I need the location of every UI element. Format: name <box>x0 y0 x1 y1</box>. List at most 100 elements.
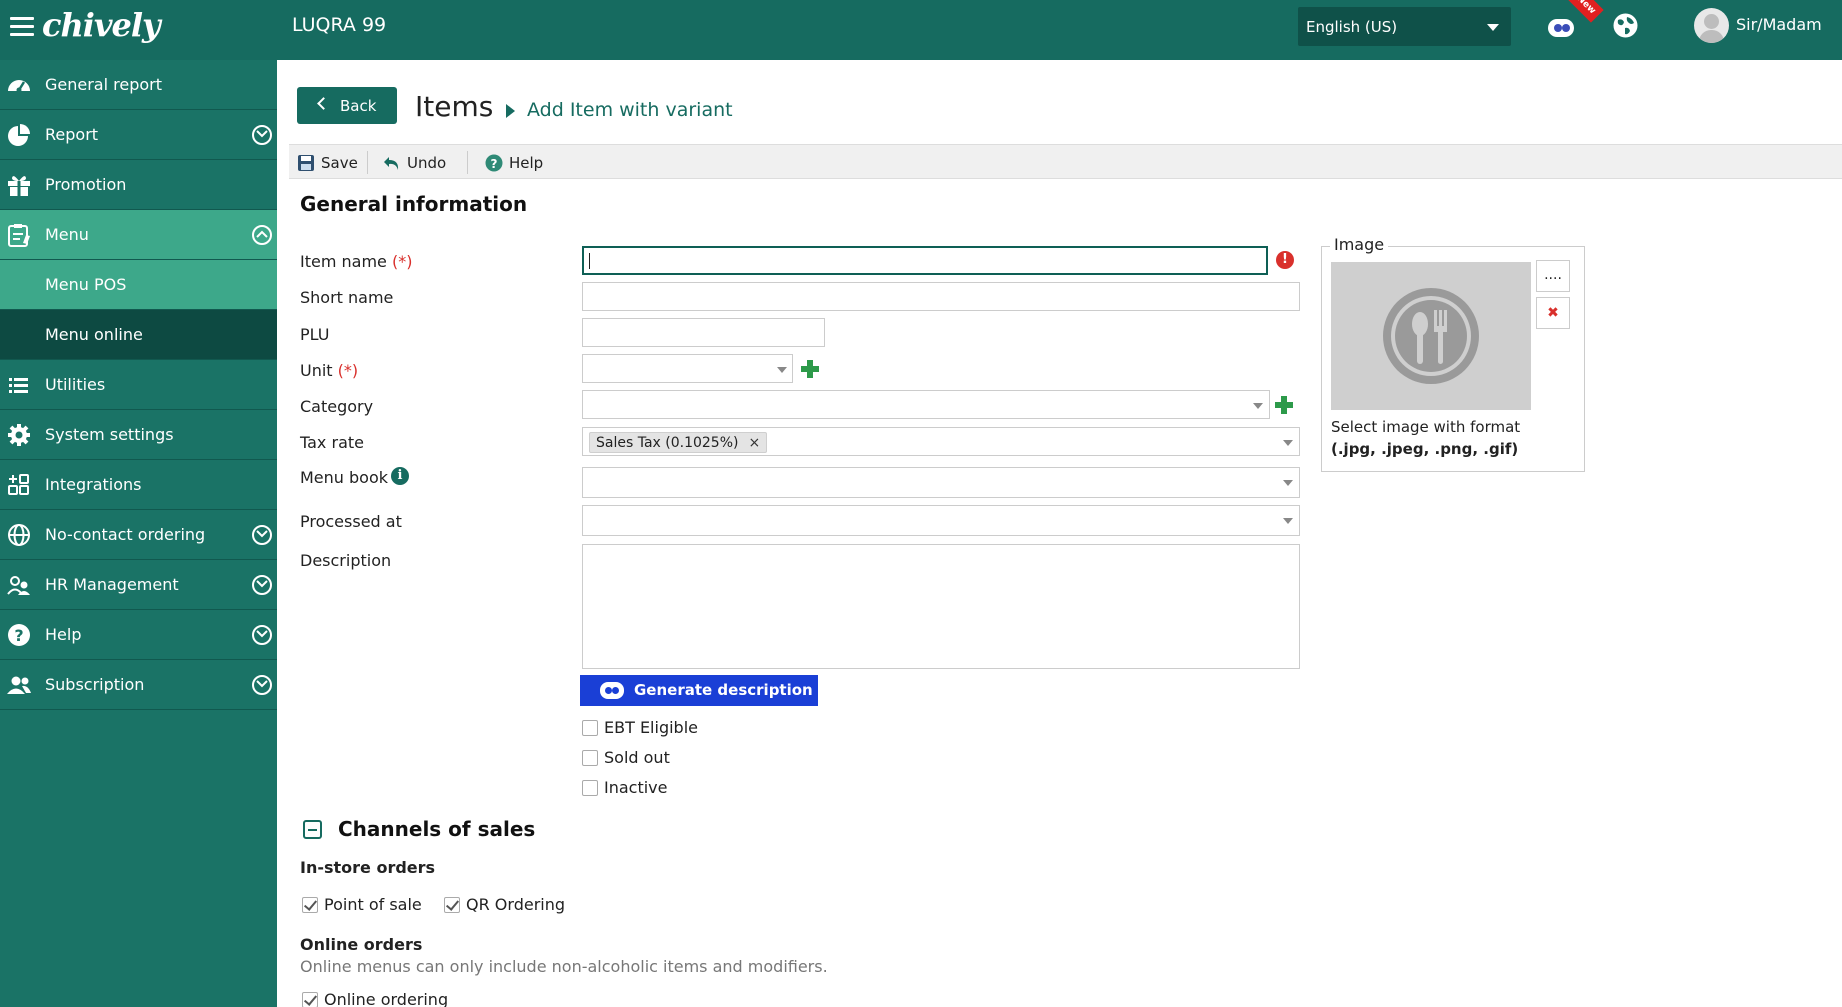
page-title: Items <box>415 90 494 123</box>
sidebar-item-label: No-contact ordering <box>45 525 206 544</box>
online-ordering-checkbox[interactable] <box>302 992 318 1007</box>
toolbar: Save Undo ? Help <box>289 144 1842 179</box>
sidebar-item-subscription[interactable]: Subscription <box>0 660 277 710</box>
sidebar-item-general-report[interactable]: General report <box>0 60 277 110</box>
user-name[interactable]: Sir/Madam <box>1736 15 1822 34</box>
app-logo[interactable]: chively <box>42 6 161 44</box>
sidebar-item-label: Utilities <box>45 375 106 394</box>
undo-button[interactable]: Undo <box>383 152 446 174</box>
sidebar-item-help[interactable]: ? Help <box>0 610 277 660</box>
toolbar-divider <box>367 151 368 174</box>
toolbar-divider <box>467 151 468 174</box>
short-name-input[interactable] <box>582 282 1300 311</box>
sidebar-item-report[interactable]: Report <box>0 110 277 160</box>
remove-tag-icon[interactable]: × <box>748 433 760 452</box>
chevron-down-icon <box>1283 480 1293 486</box>
sidebar-item-system-settings[interactable]: System settings <box>0 410 277 460</box>
undo-icon <box>384 157 399 170</box>
sidebar-item-promotion[interactable]: Promotion <box>0 160 277 210</box>
chevron-down-icon <box>1283 440 1293 446</box>
sidebar-item-menu-pos[interactable]: Menu POS <box>0 260 277 310</box>
inactive-label: Inactive <box>604 778 668 797</box>
image-formats: (.jpg, .jpeg, .png, .gif) <box>1331 440 1519 458</box>
point-of-sale-checkbox[interactable] <box>302 897 318 913</box>
remove-image-button[interactable]: ✖ <box>1536 297 1570 329</box>
help-icon: ? <box>6 623 32 647</box>
sidebar-item-integrations[interactable]: Integrations <box>0 460 277 510</box>
unit-select[interactable] <box>582 354 793 383</box>
svg-text:?: ? <box>491 157 498 171</box>
robot-eye-left <box>1554 24 1562 32</box>
add-unit-icon[interactable] <box>800 359 820 379</box>
sidebar-item-label: Menu POS <box>45 275 127 294</box>
ebt-eligible-checkbox[interactable] <box>582 720 598 736</box>
user-avatar[interactable] <box>1694 8 1729 43</box>
category-select[interactable] <box>582 390 1270 419</box>
sidebar: General report Report Promotion Menu Men… <box>0 60 277 1007</box>
back-button-label: Back <box>340 97 377 115</box>
sidebar-item-label: Menu <box>45 225 89 244</box>
description-label: Description <box>300 551 392 570</box>
processed-at-label: Processed at <box>300 512 402 531</box>
hamburger-menu-icon[interactable] <box>10 17 34 37</box>
sidebar-item-label: Report <box>45 125 99 144</box>
breadcrumb-arrow-icon <box>506 104 515 118</box>
back-button[interactable]: Back <box>297 87 397 124</box>
chevron-down-icon[interactable] <box>252 675 272 695</box>
language-select[interactable]: English (US) <box>1298 7 1511 46</box>
sidebar-item-label: Promotion <box>45 175 127 194</box>
sold-out-checkbox[interactable] <box>582 750 598 766</box>
menu-book-select[interactable] <box>582 467 1300 498</box>
save-icon <box>298 155 314 171</box>
user-group-icon <box>6 673 32 697</box>
add-category-icon[interactable] <box>1274 395 1294 415</box>
tax-rate-select[interactable]: Sales Tax (0.1025%) × <box>582 427 1300 456</box>
image-format-note: Select image with format <box>1331 418 1521 436</box>
gift-icon <box>6 173 32 197</box>
chevron-down-icon[interactable] <box>252 575 272 595</box>
item-name-input[interactable] <box>582 246 1268 275</box>
image-preview[interactable] <box>1331 262 1531 410</box>
users-icon <box>6 573 32 597</box>
plu-input[interactable] <box>582 318 825 347</box>
plu-label: PLU <box>300 325 330 344</box>
sidebar-item-hr-management[interactable]: HR Management <box>0 560 277 610</box>
browse-image-button[interactable]: .... <box>1536 260 1570 292</box>
chevron-down-icon[interactable] <box>252 125 272 145</box>
help-icon: ? <box>485 154 503 172</box>
section-title-channels: Channels of sales <box>338 817 536 841</box>
grid-icon <box>6 473 32 497</box>
info-icon[interactable]: i <box>391 467 409 485</box>
chevron-down-icon[interactable] <box>252 525 272 545</box>
unit-label: Unit (*) <box>300 361 359 380</box>
sidebar-item-menu-online[interactable]: Menu online <box>0 310 277 360</box>
save-label: Save <box>321 154 358 172</box>
collapse-icon[interactable] <box>303 820 322 839</box>
online-orders-title: Online orders <box>300 935 423 954</box>
qr-ordering-checkbox[interactable] <box>444 897 460 913</box>
tax-rate-label: Tax rate <box>300 433 364 452</box>
processed-at-select[interactable] <box>582 505 1300 536</box>
pie-chart-icon <box>6 123 32 147</box>
error-icon: ! <box>1276 251 1294 269</box>
sidebar-item-label: Menu online <box>45 325 143 344</box>
online-ordering-label: Online ordering <box>324 990 449 1007</box>
globe-icon[interactable] <box>1612 12 1639 39</box>
menu-book-label: Menu book <box>300 468 389 487</box>
ai-assistant-button[interactable] <box>1546 13 1576 41</box>
sidebar-item-utilities[interactable]: Utilities <box>0 360 277 410</box>
description-textarea[interactable] <box>582 544 1300 669</box>
chevron-down-icon[interactable] <box>252 625 272 645</box>
svg-text:?: ? <box>14 626 23 645</box>
sidebar-item-menu[interactable]: Menu <box>0 210 277 260</box>
ebt-eligible-label: EBT Eligible <box>604 718 698 737</box>
chevron-down-icon <box>1283 518 1293 524</box>
inactive-checkbox[interactable] <box>582 780 598 796</box>
chevron-left-icon <box>317 97 330 110</box>
generate-description-button[interactable]: Generate description <box>580 675 818 706</box>
save-button[interactable]: Save <box>297 152 358 174</box>
sidebar-item-no-contact-ordering[interactable]: No-contact ordering <box>0 510 277 560</box>
help-button[interactable]: ? Help <box>485 152 543 174</box>
chevron-up-icon[interactable] <box>252 225 272 245</box>
section-title-general: General information <box>300 192 528 216</box>
